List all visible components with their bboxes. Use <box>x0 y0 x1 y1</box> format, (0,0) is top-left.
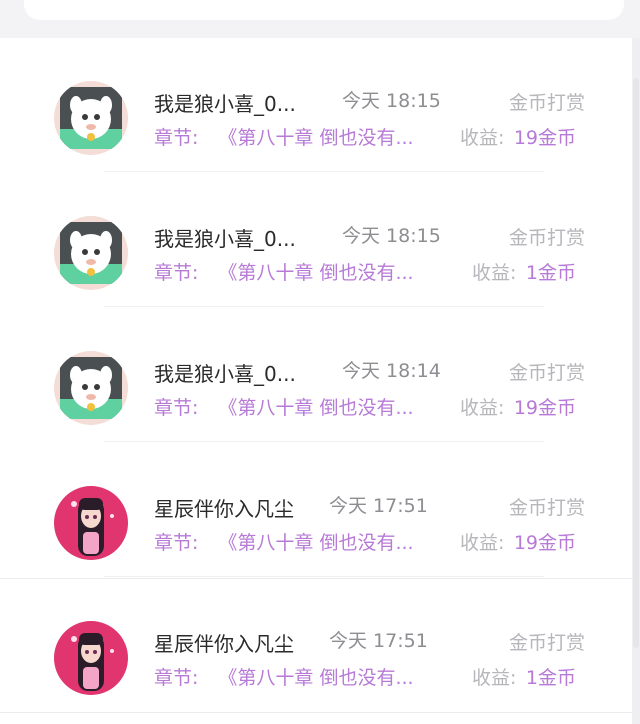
chapter-link[interactable]: 章节: 《第八十章 倒也没有... <box>154 663 414 690</box>
income-label: 收益: <box>460 397 505 419</box>
reward-time: 今天 18:15 <box>342 225 441 247</box>
list-item[interactable]: 我是狼小喜_0... 今天 18:14 金币打赏 章节: 《第八十章 倒也没有..… <box>0 308 632 443</box>
income-value: 1金币 <box>525 262 576 284</box>
income-label: 收益: <box>460 127 505 149</box>
avatar[interactable] <box>54 216 128 290</box>
section-divider <box>0 712 640 713</box>
reward-time: 今天 18:14 <box>342 360 441 382</box>
reward-type: 金币打赏 <box>508 632 585 654</box>
income-value: 1金币 <box>525 667 576 689</box>
avatar[interactable] <box>54 486 128 560</box>
income-label: 收益: <box>460 532 505 554</box>
sender-name: 星辰伴你入凡尘 <box>154 497 294 521</box>
sender-name: 我是狼小喜_0... <box>154 362 296 386</box>
chapter-title: 《第八十章 倒也没有... <box>218 397 414 419</box>
income-label: 收益: <box>472 262 517 284</box>
scrollbar[interactable] <box>632 38 640 724</box>
chapter-label: 章节: <box>154 262 199 284</box>
reward-time: 今天 17:51 <box>329 630 428 652</box>
reward-time: 今天 17:51 <box>329 495 428 517</box>
row-divider <box>104 576 544 577</box>
avatar[interactable] <box>54 81 128 155</box>
chapter-label: 章节: <box>154 532 199 554</box>
cartoon-goat-avatar <box>54 351 128 425</box>
reward-type: 金币打赏 <box>508 227 585 249</box>
cartoon-goat-avatar <box>54 81 128 155</box>
anime-girl-avatar <box>54 486 128 560</box>
chapter-link[interactable]: 章节: 《第八十章 倒也没有... <box>154 258 414 285</box>
reward-type: 金币打赏 <box>508 497 585 519</box>
chapter-title: 《第八十章 倒也没有... <box>218 667 414 689</box>
chapter-link[interactable]: 章节: 《第八十章 倒也没有... <box>154 528 414 555</box>
list-item[interactable]: 我是狼小喜_0... 今天 18:15 金币打赏 章节: 《第八十章 倒也没有..… <box>0 173 632 308</box>
chapter-label: 章节: <box>154 127 199 149</box>
sender-name: 我是狼小喜_0... <box>154 92 296 116</box>
avatar[interactable] <box>54 351 128 425</box>
income-label: 收益: <box>472 667 517 689</box>
list-item[interactable]: 星辰伴你入凡尘 今天 17:51 金币打赏 章节: 《第八十章 倒也没有... 收… <box>0 578 632 713</box>
chapter-label: 章节: <box>154 667 199 689</box>
anime-girl-avatar <box>54 621 128 695</box>
chapter-title: 《第八十章 倒也没有... <box>218 532 414 554</box>
income-value: 19金币 <box>513 397 576 419</box>
section-divider <box>0 578 640 579</box>
income-value: 19金币 <box>513 532 576 554</box>
income-value: 19金币 <box>513 127 576 149</box>
sender-name: 星辰伴你入凡尘 <box>154 632 294 656</box>
chapter-title: 《第八十章 倒也没有... <box>218 127 414 149</box>
avatar[interactable] <box>54 621 128 695</box>
chapter-link[interactable]: 章节: 《第八十章 倒也没有... <box>154 393 414 420</box>
top-bar <box>0 0 640 38</box>
row-divider <box>104 171 544 172</box>
chapter-title: 《第八十章 倒也没有... <box>218 262 414 284</box>
reward-record-list: 我是狼小喜_0... 今天 18:15 金币打赏 章节: 《第八十章 倒也没有..… <box>0 38 632 724</box>
list-item[interactable]: 星辰伴你入凡尘 今天 17:51 金币打赏 章节: 《第八十章 倒也没有... 收… <box>0 443 632 578</box>
reward-type: 金币打赏 <box>508 362 585 384</box>
reward-type: 金币打赏 <box>508 92 585 114</box>
cartoon-goat-avatar <box>54 216 128 290</box>
sender-name: 我是狼小喜_0... <box>154 227 296 251</box>
row-divider <box>104 306 544 307</box>
reward-time: 今天 18:15 <box>342 90 441 112</box>
scrollbar-thumb[interactable] <box>633 78 639 648</box>
chapter-link[interactable]: 章节: 《第八十章 倒也没有... <box>154 123 414 150</box>
row-divider <box>104 441 544 442</box>
list-item[interactable]: 我是狼小喜_0... 今天 18:15 金币打赏 章节: 《第八十章 倒也没有..… <box>0 38 632 173</box>
search-bar[interactable] <box>24 0 624 20</box>
chapter-label: 章节: <box>154 397 199 419</box>
